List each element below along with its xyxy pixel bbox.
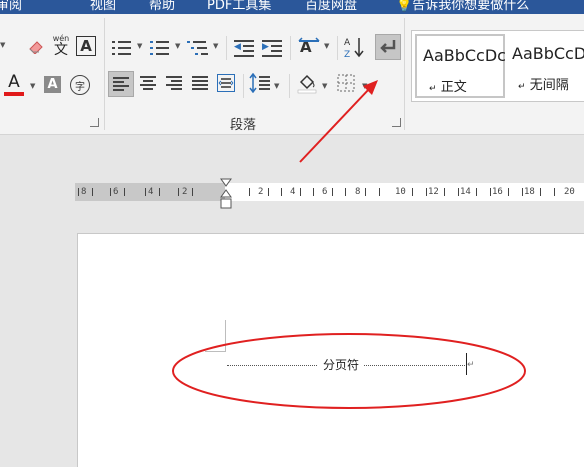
toolbar-separator: [226, 36, 227, 60]
toolbar-separator: [289, 74, 290, 98]
chevron-down-icon[interactable]: ▼: [213, 42, 218, 50]
increase-indent-button[interactable]: ▶: [262, 39, 282, 57]
tab-baidu-netdisk[interactable]: 百度网盘: [305, 0, 357, 13]
paragraph-mark: ↵: [467, 360, 475, 370]
ruler-number: 2: [258, 187, 264, 197]
chevron-down-icon[interactable]: ▼: [30, 82, 35, 90]
para-mark: ↵: [518, 82, 526, 92]
svg-text:A: A: [344, 38, 351, 48]
align-right-button[interactable]: [162, 71, 186, 95]
eraser-icon[interactable]: [26, 36, 46, 56]
chevron-down-icon[interactable]: ▼: [175, 42, 180, 50]
ruler-number: 16: [492, 187, 503, 197]
ruler-number: 8: [81, 187, 87, 197]
chinese-layout-icon[interactable]: A: [297, 36, 321, 58]
justify-button[interactable]: [188, 71, 212, 95]
chevron-down-icon[interactable]: ▼: [322, 82, 327, 90]
font-color-glyph: A: [8, 72, 20, 92]
phonetic-char: 文: [54, 42, 68, 58]
bullets-button[interactable]: [112, 40, 132, 56]
ruler-number: 2: [182, 187, 188, 197]
ruler-number: 8: [355, 187, 361, 197]
ruler-number: 20: [564, 187, 575, 197]
font-dialog-launcher-icon[interactable]: [90, 118, 99, 127]
enclose-character-button[interactable]: 字: [70, 75, 90, 95]
line-spacing-icon[interactable]: [249, 72, 271, 94]
toolbar-separator: [290, 36, 291, 60]
paragraph-group-label: 段落: [230, 118, 257, 133]
ruler-number: 4: [290, 187, 296, 197]
show-formatting-marks-button[interactable]: [375, 34, 401, 60]
group-divider: [404, 18, 405, 130]
chevron-down-icon[interactable]: ▼: [324, 42, 329, 50]
chevron-down-icon[interactable]: ▼: [137, 42, 142, 50]
group-divider: [104, 18, 105, 130]
toolbar-separator: [337, 36, 338, 60]
margin-corner-mark: [225, 320, 226, 352]
ruler-number: 4: [148, 187, 154, 197]
styles-gallery: AaBbCcDc ↵ 正文 AaBbCcDc ↵ 无间隔: [411, 30, 584, 102]
style-sample: AaBbCcDc: [423, 46, 506, 65]
character-shading-button[interactable]: A: [44, 76, 61, 93]
style-no-spacing[interactable]: AaBbCcDc ↵ 无间隔: [506, 34, 584, 94]
tab-view[interactable]: 视图: [90, 0, 116, 13]
style-name: ↵ 无间隔: [518, 74, 569, 93]
distributed-align-icon[interactable]: [214, 71, 238, 95]
ruler-number: 18: [524, 187, 535, 197]
tell-me-search[interactable]: 💡告诉我你想要做什么: [396, 0, 529, 13]
style-name-text: 正文: [440, 80, 467, 95]
chevron-down-icon[interactable]: ▼: [274, 82, 279, 90]
paint-bucket-icon[interactable]: [296, 71, 318, 95]
document-page[interactable]: [77, 233, 584, 467]
numbering-button[interactable]: [150, 40, 170, 56]
paragraph-dialog-launcher-icon[interactable]: [392, 118, 401, 127]
ribbon-tab-bar: 审阅 视图 帮助 PDF工具集 百度网盘 💡告诉我你想要做什么: [0, 0, 584, 14]
chevron-down-icon[interactable]: ▼: [0, 41, 5, 49]
toolbar-separator: [243, 74, 244, 98]
borders-icon[interactable]: [336, 73, 356, 93]
margin-corner-mark: [205, 351, 225, 352]
ruler-number: 14: [460, 187, 471, 197]
lightbulb-icon: 💡: [396, 0, 413, 13]
indent-marker-icon[interactable]: [220, 178, 232, 216]
align-left-button[interactable]: [108, 71, 134, 97]
tell-me-label: 告诉我你想要做什么: [412, 0, 530, 13]
tab-review[interactable]: 审阅: [0, 0, 22, 13]
style-normal[interactable]: AaBbCcDc ↵ 正文: [415, 34, 506, 98]
chevron-down-icon[interactable]: ▼: [362, 82, 367, 90]
sort-icon[interactable]: AZ: [343, 34, 365, 60]
font-color-button[interactable]: A: [3, 74, 25, 96]
tab-pdf-tools[interactable]: PDF工具集: [207, 0, 271, 13]
style-name: ↵ 正文: [429, 76, 467, 95]
ruler-labels: 8 6 4 2 2 4 6 8 10 12 14 16 18 20: [75, 183, 584, 201]
page-break-label[interactable]: 分页符: [318, 356, 365, 373]
style-sample: AaBbCcDc: [512, 44, 584, 63]
decrease-indent-button[interactable]: ◀: [234, 39, 254, 57]
ruler-number: 10: [395, 187, 406, 197]
ruler-number: 6: [322, 187, 328, 197]
ruler-number: 6: [113, 187, 119, 197]
para-mark: ↵: [429, 84, 437, 94]
svg-text:Z: Z: [344, 50, 350, 59]
align-center-button[interactable]: [136, 71, 160, 95]
font-color-swatch: [4, 92, 24, 96]
ruler-number: 12: [428, 187, 439, 197]
multilevel-list-button[interactable]: [187, 40, 209, 56]
character-border-button[interactable]: A: [76, 36, 96, 56]
style-name-text: 无间隔: [529, 78, 569, 93]
phonetic-guide-button[interactable]: wén 文: [50, 34, 72, 58]
tab-help[interactable]: 帮助: [149, 0, 175, 13]
